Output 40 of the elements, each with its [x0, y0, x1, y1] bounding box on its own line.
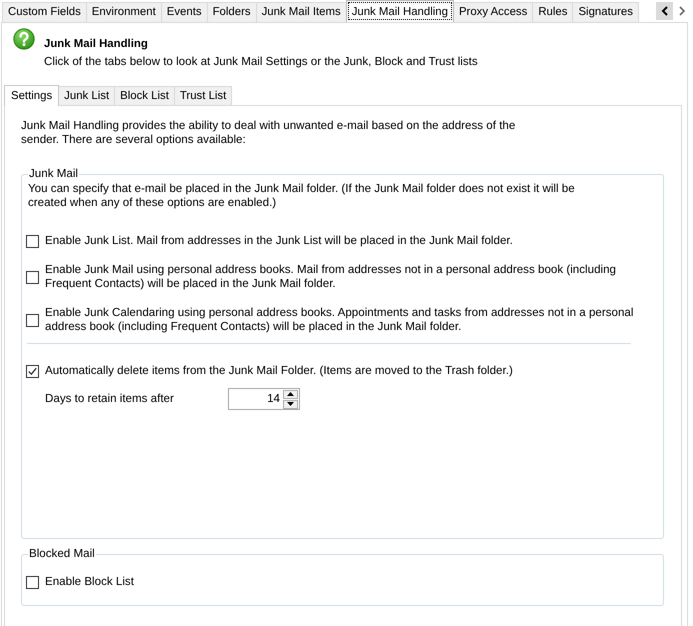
intro-text: Junk Mail Handling provides the ability to deal with unwanted e-mail based on the address of the sender. There are several options available:: [21, 119, 516, 147]
tab[interactable]: Junk Mail Handling: [346, 0, 454, 22]
tab[interactable]: Custom Fields: [2, 2, 87, 22]
tab[interactable]: Events: [160, 2, 208, 22]
spinner-label: Days to retain items after: [45, 392, 175, 406]
tab[interactable]: Block List: [114, 86, 175, 105]
section-subtitle: Click of the tabs below to look at Junk Mail Settings or the Junk, Block and Trust lists: [44, 55, 478, 69]
checkbox-label[interactable]: Automatically delete items from the Junk Mail Folder. (Items are moved to the Trash folder.): [45, 364, 635, 378]
tab[interactable]: Environment: [86, 2, 162, 22]
tab[interactable]: Settings: [4, 85, 60, 106]
days-spin-field[interactable]: 14: [228, 388, 300, 410]
tab[interactable]: Rules: [532, 2, 574, 22]
chevron-right-icon: [678, 6, 686, 16]
group-title: Junk Mail: [28, 167, 79, 181]
checkbox-label[interactable]: Enable Block List: [45, 575, 635, 589]
triangle-down-icon: [287, 402, 294, 406]
scroll-left-button[interactable]: [656, 2, 673, 20]
tab[interactable]: Signatures: [572, 2, 639, 22]
checkbox[interactable]: [26, 364, 39, 378]
checkbox-label[interactable]: Enable Junk List. Mail from addresses in the Junk List will be placed in the Junk Mail folder.: [45, 234, 635, 248]
checkbox[interactable]: [26, 314, 39, 326]
checkbox[interactable]: [26, 234, 39, 248]
checkbox-label[interactable]: Enable Junk Mail using personal address books. Mail from addresses not in a personal address book (including Frequent Contacts) will be placed in the Junk Mail folder.: [45, 263, 635, 291]
spin-down-button[interactable]: [283, 400, 298, 408]
tab[interactable]: Junk List: [58, 86, 116, 105]
chevron-left-icon: [660, 6, 668, 16]
checkbox[interactable]: [26, 576, 39, 588]
section-title: Junk Mail Handling: [44, 37, 149, 51]
checkbox-label[interactable]: Enable Junk Calendaring using personal address books. Appointments and tasks from addresses not in a personal address book (including Frequent Contacts) will be placed in the Junk Mail folder.: [45, 306, 635, 334]
tab[interactable]: Trust List: [174, 86, 232, 105]
group-description: You can specify that e-mail be placed in the Junk Mail folder. (If the Junk Mail folder does not exist it will be created when any of these options are enabled.): [28, 182, 576, 210]
tab[interactable]: Folders: [206, 2, 257, 22]
help-icon: [13, 28, 35, 50]
triangle-up-icon: [287, 392, 294, 396]
tab[interactable]: Proxy Access: [452, 2, 534, 22]
group-title: Blocked Mail: [28, 547, 96, 561]
checkbox[interactable]: [26, 270, 39, 284]
spin-up-button[interactable]: [283, 390, 298, 398]
tab[interactable]: Junk Mail Items: [256, 2, 347, 22]
checkmark-icon: [28, 366, 37, 376]
